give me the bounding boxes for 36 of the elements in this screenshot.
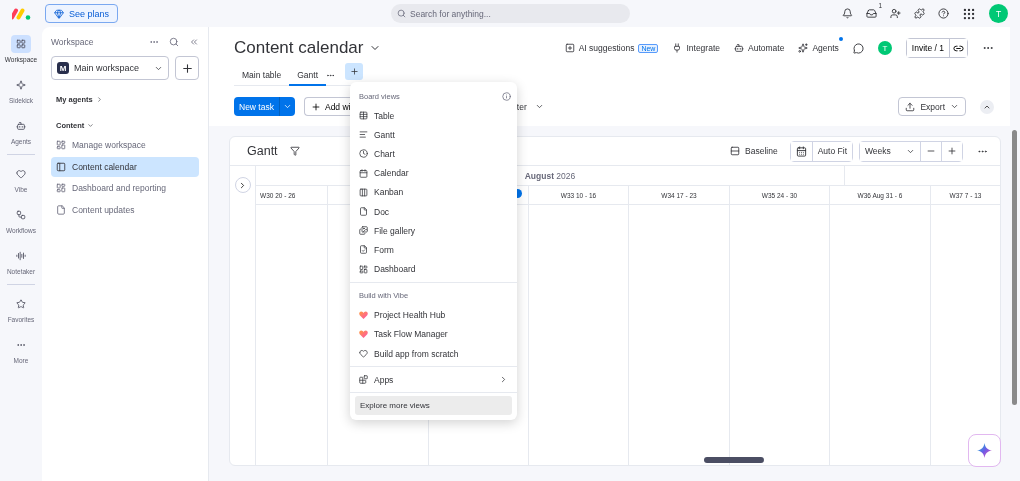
board-title: Content calendar bbox=[234, 38, 364, 58]
board-action[interactable]: Integrate bbox=[672, 43, 720, 53]
auto-fit-button[interactable]: Auto Fit bbox=[811, 141, 852, 161]
workspace-badge: M bbox=[57, 62, 69, 74]
board-action[interactable]: Agents bbox=[798, 43, 839, 53]
filter-button[interactable]: lter bbox=[514, 101, 544, 112]
menu-item[interactable]: Chart bbox=[350, 144, 517, 164]
gantt-title: Gantt bbox=[247, 144, 278, 158]
sidebar-item[interactable]: Content updates bbox=[51, 199, 199, 220]
export-button[interactable]: Export bbox=[898, 97, 966, 116]
search-field[interactable]: Search for anything... bbox=[391, 4, 630, 23]
sidebar-title: Workspace bbox=[51, 37, 94, 47]
menu-item[interactable]: File gallery bbox=[350, 221, 517, 241]
sidebar-item[interactable]: Dashboard and reporting bbox=[51, 178, 199, 198]
board-action[interactable]: Automate bbox=[734, 43, 785, 53]
menu-item[interactable]: Build app from scratch bbox=[350, 344, 517, 364]
view-tab[interactable]: Main table bbox=[234, 65, 290, 86]
menu-item[interactable]: Form bbox=[350, 240, 517, 260]
add-widget-button[interactable]: Add wi bbox=[303, 97, 352, 116]
menu-item[interactable]: Kanban bbox=[350, 182, 517, 202]
view-tab[interactable]: Gantt bbox=[289, 65, 326, 86]
invite-button[interactable]: Invite / 1 bbox=[906, 39, 950, 57]
menu-item[interactable]: Apps bbox=[350, 370, 517, 390]
sidebar-item[interactable]: Manage workspace bbox=[51, 135, 199, 155]
menu-item[interactable]: Project Health Hub bbox=[350, 305, 517, 325]
sidebar-item[interactable]: Content calendar bbox=[51, 156, 199, 177]
workspace-select[interactable]: M Main workspace bbox=[51, 56, 169, 80]
baseline-button[interactable]: Baseline bbox=[724, 146, 784, 156]
menu-item[interactable]: Calendar bbox=[350, 163, 517, 183]
menu-item[interactable]: Doc bbox=[350, 201, 517, 222]
menu-item[interactable]: Table bbox=[350, 106, 517, 126]
see-plans-button[interactable]: See plans bbox=[45, 4, 119, 23]
menu-item[interactable]: Explore more views bbox=[355, 396, 512, 416]
menu-item[interactable]: Gantt bbox=[350, 125, 517, 145]
menu-item[interactable]: Dashboard bbox=[350, 259, 517, 279]
menu-item[interactable]: Task Flow Manager bbox=[350, 324, 517, 345]
